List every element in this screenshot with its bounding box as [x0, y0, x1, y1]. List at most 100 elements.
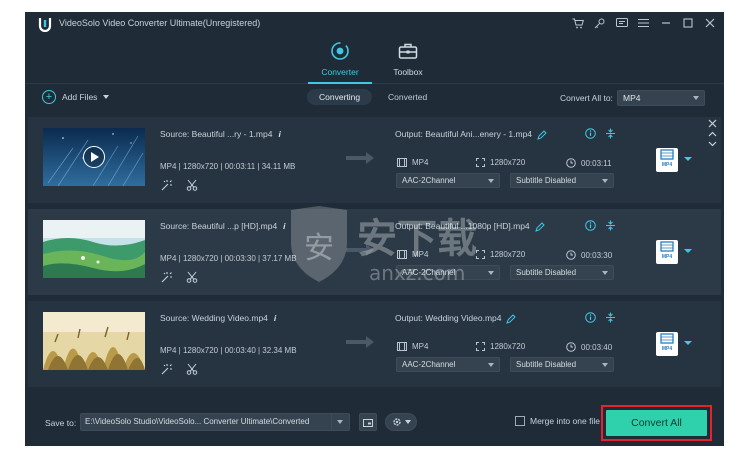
- tab-converted[interactable]: Converted: [376, 89, 439, 105]
- output-format-badge[interactable]: MP4: [656, 240, 678, 264]
- key-icon[interactable]: [593, 16, 606, 30]
- edit-tools: [160, 362, 198, 375]
- settings-button[interactable]: [385, 413, 417, 431]
- open-folder-button[interactable]: [359, 413, 377, 431]
- format-dropdown-icon[interactable]: [684, 341, 692, 345]
- cart-icon[interactable]: [571, 16, 584, 30]
- scissors-icon[interactable]: [185, 362, 198, 375]
- chevron-down-icon: [602, 271, 608, 275]
- title-bar: VideoSolo Video Converter Ultimate(Unreg…: [25, 12, 724, 36]
- merge-option[interactable]: Merge into one file: [515, 416, 600, 426]
- subtitle-select[interactable]: Subtitle Disabled: [510, 173, 614, 188]
- info-circle-icon[interactable]: [584, 311, 596, 323]
- add-files-label: Add Files: [62, 92, 98, 102]
- info-icon[interactable]: i: [278, 129, 280, 139]
- merge-label: Merge into one file: [530, 416, 600, 426]
- output-format: MP4: [397, 342, 428, 351]
- output-duration: 00:03:40: [566, 342, 612, 352]
- output-actions: [584, 127, 616, 139]
- save-to-label: Save to:: [45, 418, 77, 428]
- minimize-icon[interactable]: [659, 16, 672, 30]
- tab-toolbox-label: Toolbox: [393, 67, 423, 77]
- video-thumbnail[interactable]: [43, 312, 145, 370]
- tab-toolbox[interactable]: Toolbox: [378, 40, 438, 77]
- remove-icon: [708, 119, 717, 128]
- video-thumbnail[interactable]: [43, 128, 145, 186]
- output-actions: [584, 311, 616, 323]
- compress-icon[interactable]: [604, 219, 616, 231]
- file-row: Source: Beautiful ...ry - 1.mp4 i MP4 | 1…: [28, 117, 721, 203]
- chevron-down-icon: [488, 179, 494, 183]
- edit-pen-icon[interactable]: [506, 314, 517, 324]
- clock-icon: [566, 250, 576, 260]
- chevron-down-icon: [488, 271, 494, 275]
- edit-magic-icon[interactable]: [160, 178, 173, 191]
- source-meta: MP4 | 1280x720 | 00:03:11 | 34.11 MB: [160, 162, 296, 171]
- source-name: Source: Beautiful ...ry - 1.mp4 i: [160, 129, 281, 139]
- arrow-right-icon: [346, 336, 374, 348]
- scissors-icon[interactable]: [185, 178, 198, 191]
- save-path-dropdown[interactable]: [331, 414, 349, 430]
- resize-icon: [476, 250, 485, 259]
- play-icon[interactable]: [83, 146, 105, 168]
- format-dropdown-icon[interactable]: [684, 157, 692, 161]
- merge-checkbox[interactable]: [515, 416, 525, 426]
- app-title: VideoSolo Video Converter Ultimate(Unreg…: [59, 18, 261, 28]
- save-path-field[interactable]: E:\VideoSolo Studio\VideoSolo... Convert…: [80, 413, 350, 431]
- tab-converter-label: Converter: [321, 67, 359, 77]
- output-name: Output: Wedding Video.mp4: [395, 313, 517, 324]
- compress-icon[interactable]: [604, 127, 616, 139]
- feedback-icon[interactable]: [615, 16, 628, 30]
- info-circle-icon[interactable]: [584, 127, 596, 139]
- output-format: MP4: [397, 158, 428, 167]
- convert-all-button[interactable]: Convert All: [606, 410, 707, 436]
- add-files-button[interactable]: + Add Files: [42, 90, 110, 104]
- tab-converter[interactable]: Converter: [310, 40, 370, 77]
- close-icon[interactable]: [703, 16, 716, 30]
- chevron-down-icon: [693, 96, 699, 100]
- main-nav: Converter Toolbox: [25, 40, 724, 84]
- app-window: VideoSolo Video Converter Ultimate(Unreg…: [25, 12, 724, 446]
- convert-all-to-select[interactable]: MP4: [617, 90, 705, 106]
- resize-icon: [476, 158, 485, 167]
- edit-tools: [160, 270, 198, 283]
- bottom-bar: Save to: E:\VideoSolo Studio\VideoSolo..…: [25, 402, 724, 446]
- clock-icon: [566, 342, 576, 352]
- subtitle-select[interactable]: Subtitle Disabled: [510, 265, 614, 280]
- output-format: MP4: [397, 250, 428, 259]
- nav-divider: [25, 83, 724, 84]
- menu-icon[interactable]: [637, 16, 650, 30]
- output-name: Output: Beautiful Ani...enery - 1.mp4: [395, 129, 547, 140]
- output-format-badge[interactable]: MP4: [656, 148, 678, 172]
- audio-track-select[interactable]: AAC-2Channel: [396, 265, 500, 280]
- subtitle-select[interactable]: Subtitle Disabled: [510, 357, 614, 372]
- move-up-icon: [708, 131, 717, 137]
- video-thumbnail[interactable]: [43, 220, 145, 278]
- film-icon: [397, 250, 407, 259]
- output-actions: [584, 219, 616, 231]
- convert-all-to-value: MP4: [623, 93, 641, 103]
- info-icon[interactable]: i: [274, 313, 276, 323]
- scissors-icon[interactable]: [185, 270, 198, 283]
- tab-converting[interactable]: Converting: [307, 89, 373, 105]
- file-row: Source: Beautiful ...p [HD].mp4 i MP4 | 1…: [28, 209, 721, 295]
- maximize-icon[interactable]: [681, 16, 694, 30]
- edit-pen-icon[interactable]: [537, 130, 547, 140]
- film-icon: [397, 158, 407, 167]
- info-icon[interactable]: i: [283, 221, 285, 231]
- arrow-right-icon: [346, 244, 374, 256]
- format-dropdown-icon[interactable]: [684, 249, 692, 253]
- audio-track-select[interactable]: AAC-2Channel: [396, 173, 500, 188]
- edit-magic-icon[interactable]: [160, 362, 173, 375]
- output-format-badge[interactable]: MP4: [656, 332, 678, 356]
- window-controls: [571, 16, 716, 30]
- edit-magic-icon[interactable]: [160, 270, 173, 283]
- info-circle-icon[interactable]: [584, 219, 596, 231]
- compress-icon[interactable]: [604, 311, 616, 323]
- edit-pen-icon[interactable]: [534, 222, 545, 232]
- chevron-down-icon[interactable]: [103, 95, 110, 99]
- convert-all-to-label: Convert All to:: [560, 93, 613, 103]
- source-name: Source: Beautiful ...p [HD].mp4 i: [160, 221, 286, 231]
- audio-track-select[interactable]: AAC-2Channel: [396, 357, 500, 372]
- file-row: Source: Wedding Video.mp4 i MP4 | 1280x72…: [28, 301, 721, 387]
